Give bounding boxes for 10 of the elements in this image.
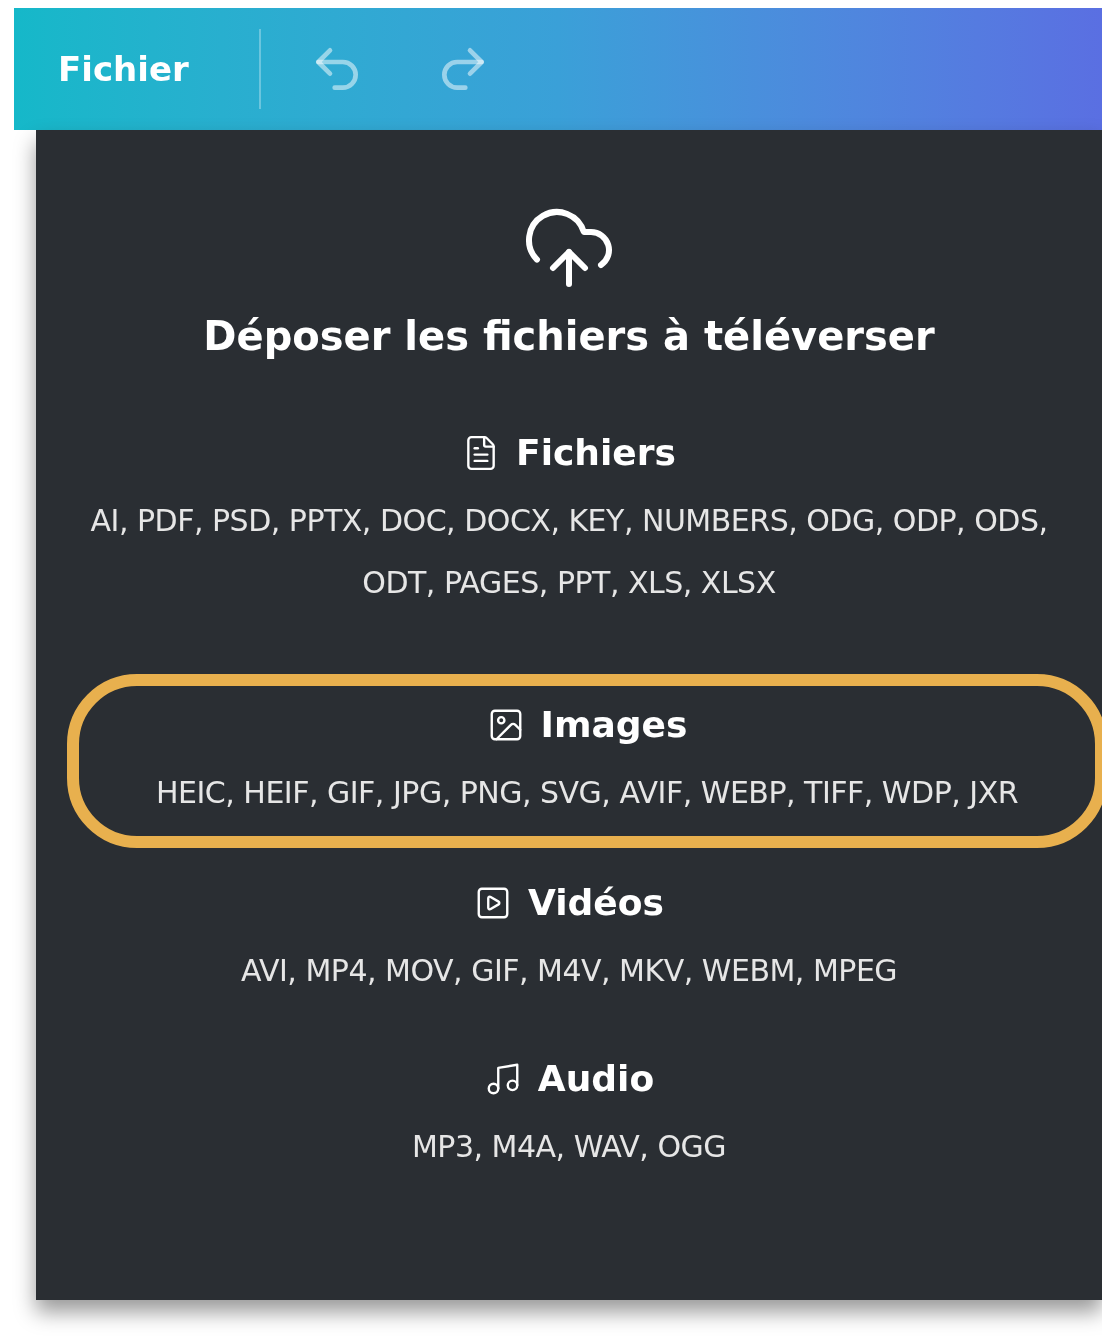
section-title: Audio	[537, 1057, 655, 1101]
file-menu[interactable]: Fichier	[58, 43, 189, 95]
format-list: AI, PDF, PSD, PPTX, DOC, DOCX, KEY, NUMBERS, ODG, ODP, ODS, ODT, PAGES, PPT, XLS, XLSX	[69, 490, 1069, 614]
section-title: Vidéos	[528, 881, 664, 925]
upload-title: Déposer les fichiers à téléverser	[203, 312, 935, 361]
format-list: HEIC, HEIF, GIF, JPG, PNG, SVG, AVIF, WEBP, TIFF, WDP, JXR	[135, 762, 1039, 824]
format-list: AVI, MP4, MOV, GIF, M4V, MKV, WEBM, MPEG	[220, 940, 918, 1002]
section-title: Images	[540, 703, 688, 747]
section-title: Fichiers	[516, 431, 676, 475]
format-list: MP3, M4A, WAV, OGG	[392, 1116, 746, 1178]
